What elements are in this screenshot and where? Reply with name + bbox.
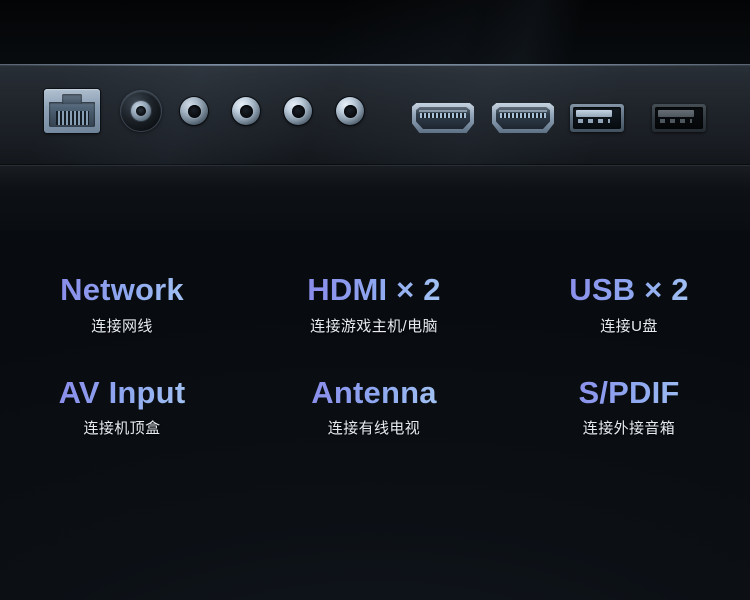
rj45-keyway (62, 94, 82, 104)
usb-contacts (578, 119, 610, 123)
callout-subtitle: 连接游戏主机/电脑 (310, 317, 438, 335)
callout-title: S/PDIF (504, 375, 750, 412)
callout-network: Network 连接网线 (0, 272, 247, 336)
product-feature-panel: Network 连接网线 HDMI × 2 连接游戏主机/电脑 USB × 2 … (0, 0, 750, 600)
callout-row: Network 连接网线 HDMI × 2 连接游戏主机/电脑 USB × 2 … (0, 272, 750, 336)
coax-collar (130, 100, 152, 122)
callout-title: USB × 2 (504, 272, 750, 309)
io-panel-recess (0, 64, 750, 165)
usb-tongue (658, 110, 694, 117)
coaxial-antenna-port-icon (121, 91, 161, 131)
ethernet-rj45-port-icon (44, 89, 100, 133)
hdmi-port-icon (412, 103, 474, 133)
callout-title: Network (0, 272, 247, 309)
rca-jack-icon (180, 97, 208, 125)
coax-center-hole (136, 106, 146, 116)
usb-a-port-icon (652, 104, 706, 132)
tv-rear-io-photo (0, 0, 750, 230)
rca-hole (343, 104, 357, 118)
callout-title: AV Input (0, 375, 247, 412)
panel-gloss (0, 64, 750, 165)
hdmi-pins (500, 113, 546, 118)
callout-usb: USB × 2 连接U盘 (504, 272, 750, 336)
rca-jack-icon (284, 97, 312, 125)
panel-lower-ledge (0, 165, 750, 191)
usb-tongue (576, 110, 612, 117)
port-callout-grid: Network 连接网线 HDMI × 2 连接游戏主机/电脑 USB × 2 … (0, 272, 750, 438)
rca-hole (239, 104, 253, 118)
usb-a-port-icon (570, 104, 624, 132)
callout-title: Antenna (249, 375, 499, 412)
panel-lower-shadow (0, 191, 750, 230)
usb-contacts (660, 119, 692, 123)
hdmi-shield-bar (499, 110, 547, 112)
callout-subtitle: 连接机顶盒 (83, 420, 161, 438)
rca-hole (187, 104, 201, 118)
callout-subtitle: 连接U盘 (600, 317, 658, 335)
callout-antenna: Antenna 连接有线电视 (249, 375, 499, 439)
callout-title: HDMI × 2 (249, 272, 499, 309)
hdmi-shield-bar (419, 110, 467, 112)
callout-hdmi: HDMI × 2 连接游戏主机/电脑 (249, 272, 499, 336)
rca-jack-icon (336, 97, 364, 125)
rca-jack-icon (232, 97, 260, 125)
hdmi-pins (420, 113, 466, 118)
rca-hole (291, 104, 305, 118)
rj45-pins (56, 111, 89, 125)
callout-spdif: S/PDIF 连接外接音箱 (504, 375, 750, 439)
callout-subtitle: 连接有线电视 (327, 420, 421, 438)
callout-subtitle: 连接网线 (91, 317, 153, 335)
callout-av-input: AV Input 连接机顶盒 (0, 375, 247, 439)
hdmi-port-icon (492, 103, 554, 133)
panel-top-highlight (0, 64, 750, 66)
callout-row: AV Input 连接机顶盒 Antenna 连接有线电视 S/PDIF 连接外… (0, 375, 750, 439)
callout-subtitle: 连接外接音箱 (582, 420, 676, 438)
